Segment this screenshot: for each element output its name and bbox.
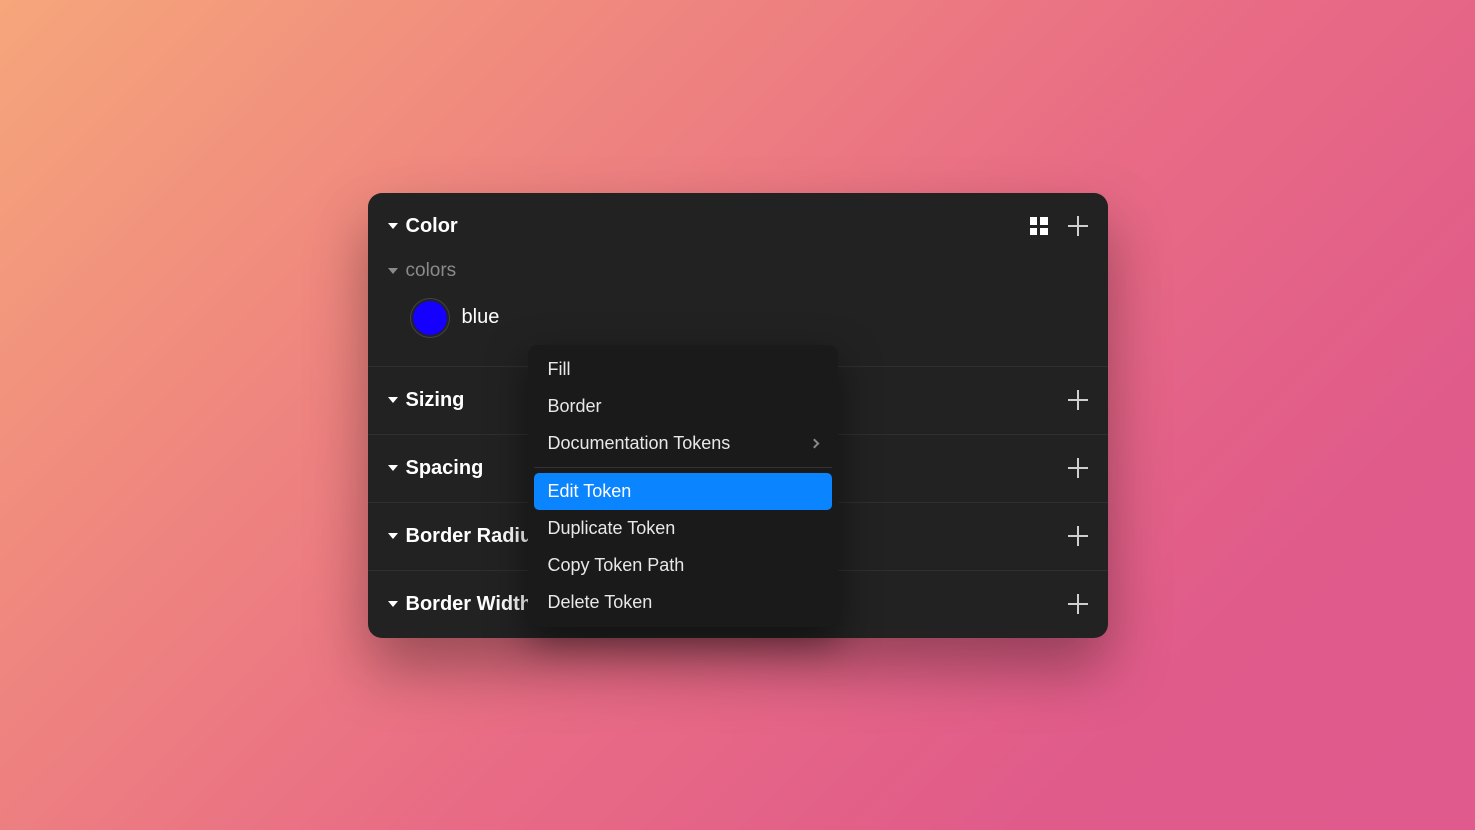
add-token-button[interactable] (1068, 390, 1088, 410)
add-token-button[interactable] (1068, 594, 1088, 614)
subsection-title: colors (406, 260, 457, 282)
caret-down-icon (388, 601, 398, 607)
menu-item-label: Duplicate Token (548, 518, 676, 539)
section-header-color[interactable]: Color (368, 193, 1108, 256)
context-menu: Fill Border Documentation Tokens Edit To… (528, 345, 838, 627)
menu-item-delete-token[interactable]: Delete Token (534, 584, 832, 621)
grid-view-icon[interactable] (1030, 217, 1048, 235)
color-swatch (413, 301, 447, 335)
menu-item-documentation-tokens[interactable]: Documentation Tokens (534, 425, 832, 462)
menu-item-border[interactable]: Border (534, 388, 832, 425)
section-toggle-color[interactable]: Color (388, 215, 458, 238)
add-token-button[interactable] (1068, 458, 1088, 478)
section-title: Border Width (406, 593, 532, 616)
token-name: blue (462, 306, 500, 329)
add-token-button[interactable] (1068, 216, 1088, 236)
section-actions (1030, 216, 1088, 236)
menu-divider (534, 467, 832, 468)
section-toggle-border-width[interactable]: Border Width (388, 593, 532, 616)
section-title: Sizing (406, 389, 465, 412)
caret-down-icon (388, 268, 398, 274)
menu-item-copy-token-path[interactable]: Copy Token Path (534, 547, 832, 584)
menu-item-label: Delete Token (548, 592, 653, 613)
caret-down-icon (388, 223, 398, 229)
caret-down-icon (388, 397, 398, 403)
section-toggle-sizing[interactable]: Sizing (388, 389, 465, 412)
menu-item-label: Copy Token Path (548, 555, 685, 576)
menu-item-label: Edit Token (548, 481, 632, 502)
menu-item-duplicate-token[interactable]: Duplicate Token (534, 510, 832, 547)
subsection-colors[interactable]: colors (368, 256, 1108, 288)
section-toggle-spacing[interactable]: Spacing (388, 457, 484, 480)
caret-down-icon (388, 465, 398, 471)
caret-down-icon (388, 533, 398, 539)
menu-item-label: Border (548, 396, 602, 417)
section-title: Spacing (406, 457, 484, 480)
add-token-button[interactable] (1068, 526, 1088, 546)
section-title: Color (406, 215, 458, 238)
color-swatch-wrapper (410, 298, 450, 338)
menu-item-label: Fill (548, 359, 571, 380)
menu-item-edit-token[interactable]: Edit Token (534, 473, 832, 510)
menu-item-label: Documentation Tokens (548, 433, 731, 454)
chevron-right-icon (809, 438, 819, 448)
tokens-panel: Color colors blue Sizing Spacing (368, 193, 1108, 638)
menu-item-fill[interactable]: Fill (534, 351, 832, 388)
section-toggle-border-radius[interactable]: Border Radius (388, 525, 544, 548)
section-title: Border Radius (406, 525, 544, 548)
